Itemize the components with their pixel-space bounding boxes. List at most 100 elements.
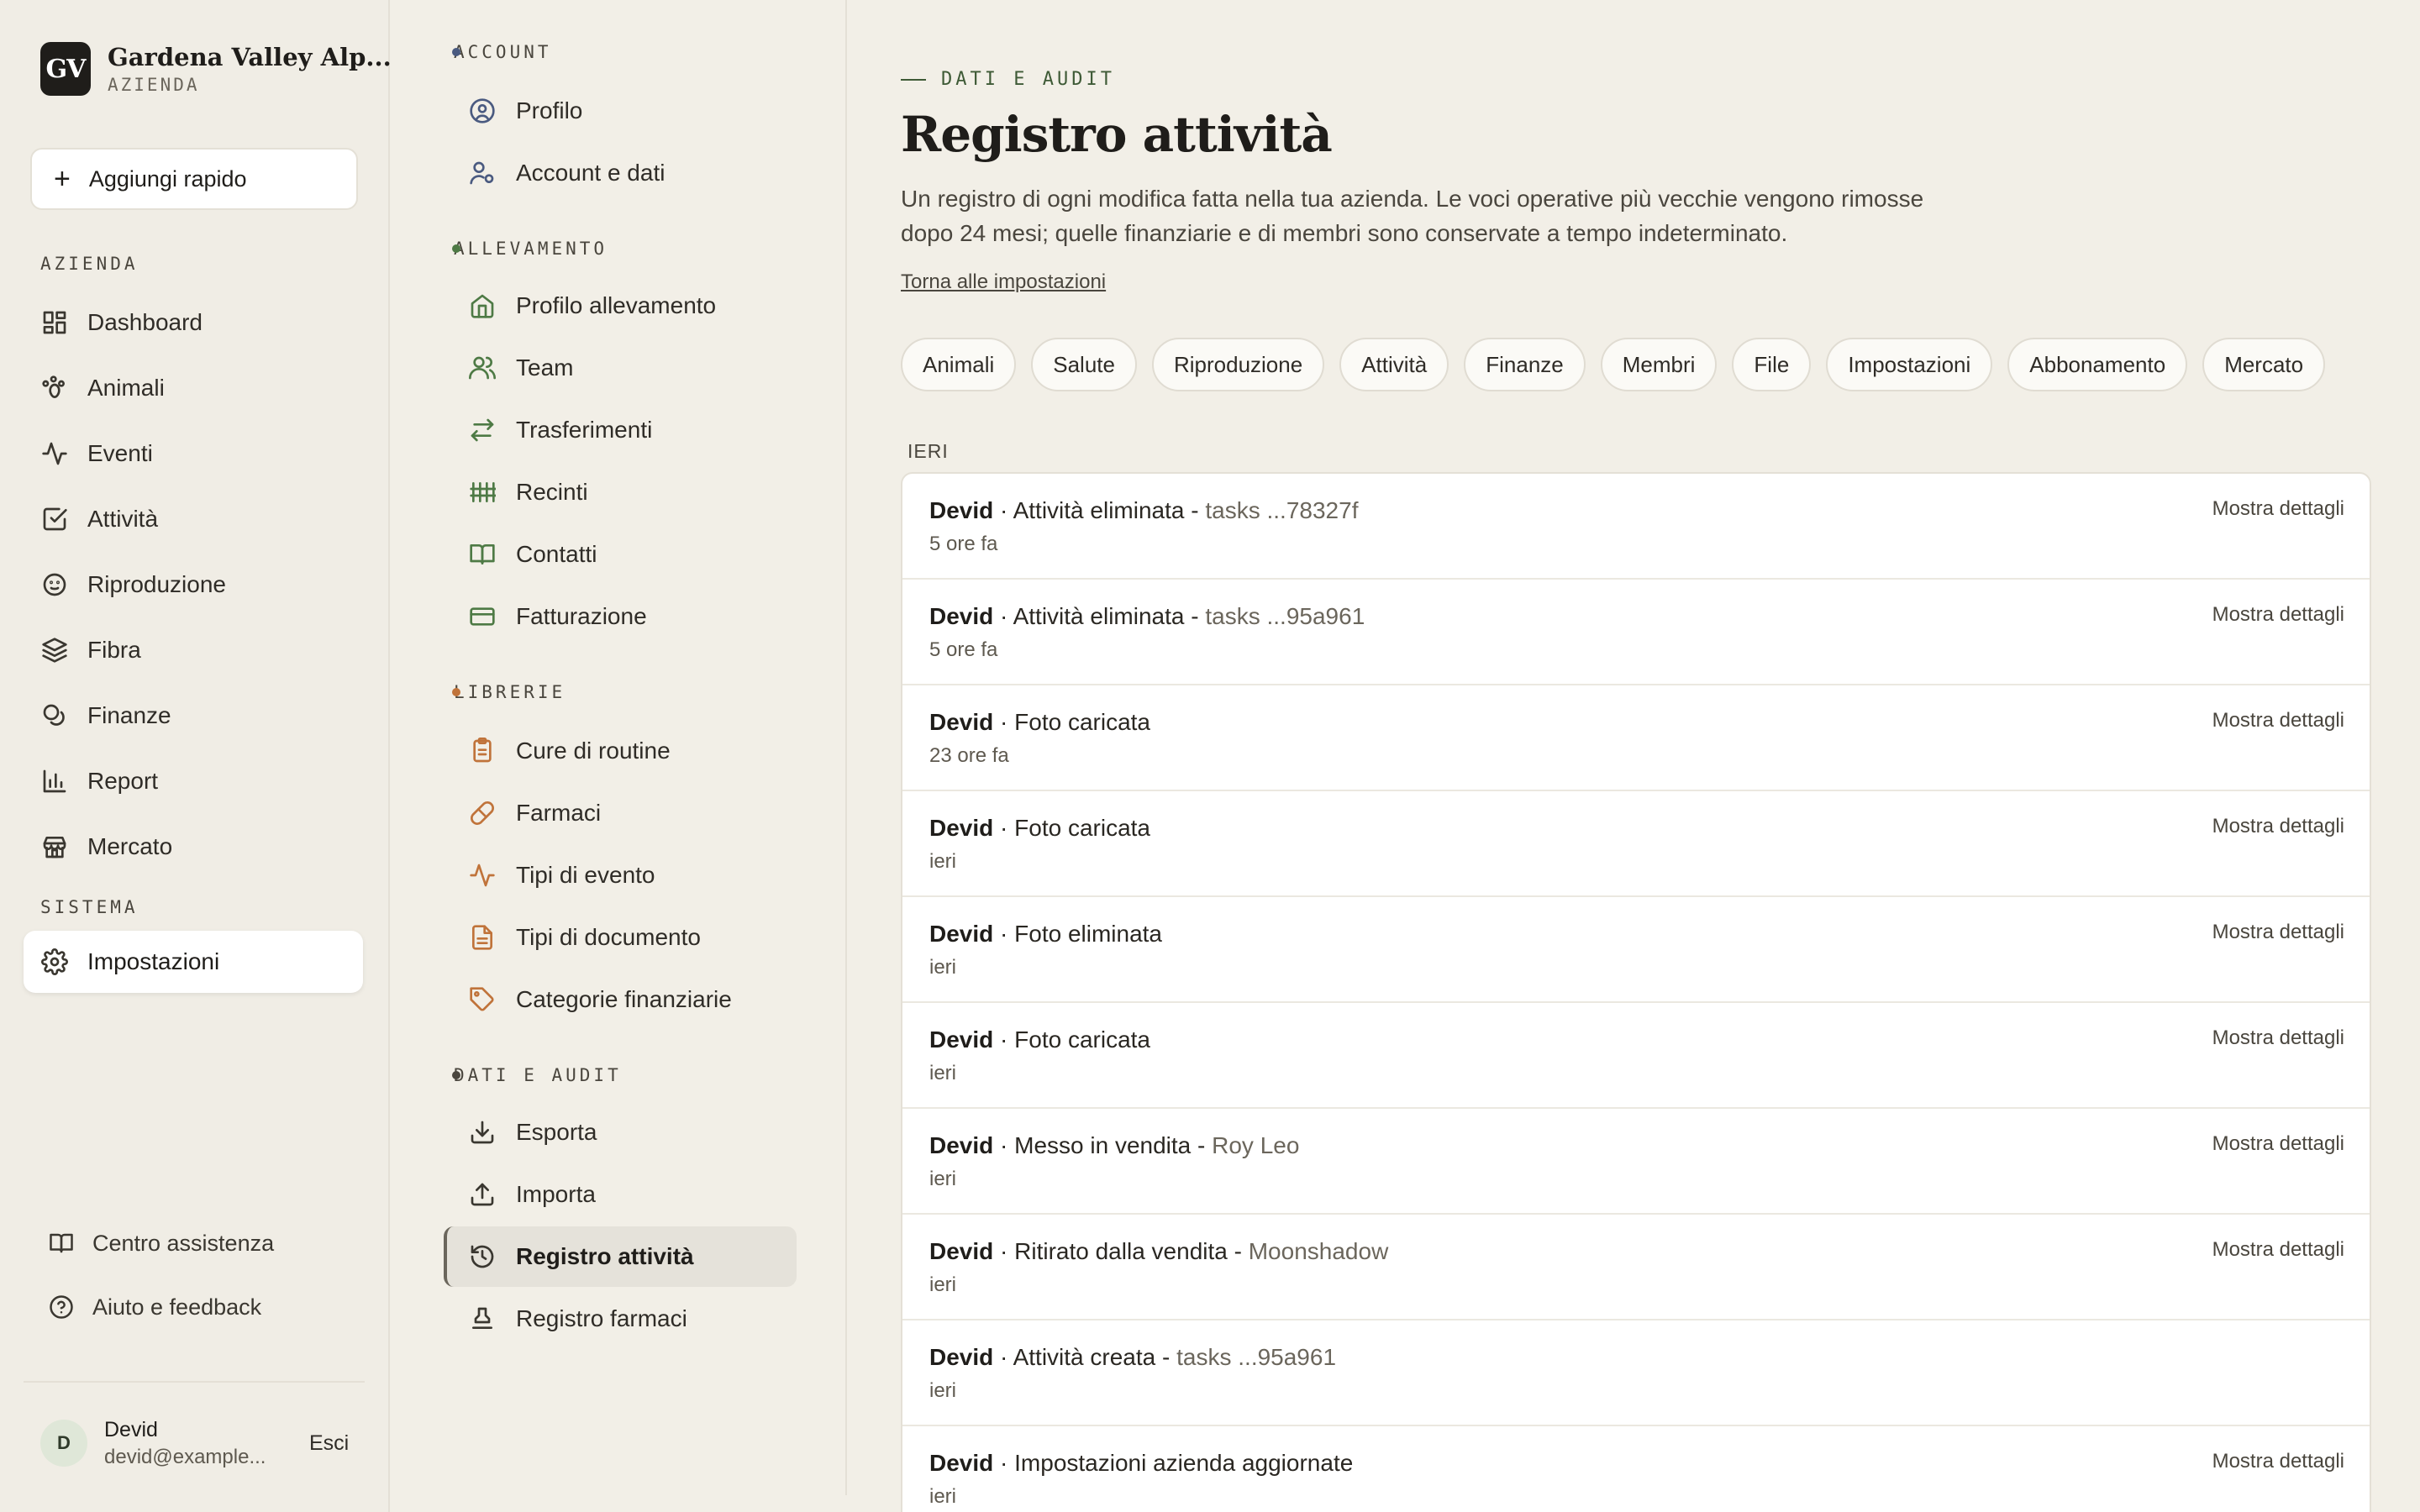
subnav-item-label: Fatturazione <box>516 603 647 629</box>
log-entry-summary: Devid · Messo in vendita - Roy Leo <box>929 1132 1300 1158</box>
subnav-item-account-dati[interactable]: Account e dati <box>467 148 665 198</box>
subnav-item-team[interactable]: Team <box>467 343 573 393</box>
help-circle-icon <box>47 1293 76 1321</box>
log-entry: Devid · Messo in vendita - Roy Leo ieri Mo… <box>902 1109 2370 1215</box>
show-details-link[interactable]: Mostra dettagli <box>2212 709 2344 732</box>
subnav-item-registro-attivita[interactable]: Registro attività <box>444 1226 797 1287</box>
subnav-item-label: Trasferimenti <box>516 417 653 443</box>
sidebar-item-animali[interactable]: Animali <box>40 363 165 413</box>
show-details-link[interactable]: Mostra dettagli <box>2212 497 2344 521</box>
main-content: DATI E AUDIT Registro attività Un regist… <box>847 0 2420 1512</box>
subnav-item-contatti[interactable]: Contatti <box>467 529 597 580</box>
subnav-item-importa[interactable]: Importa <box>467 1169 596 1220</box>
section-dot <box>452 688 460 696</box>
show-details-link[interactable]: Mostra dettagli <box>2212 815 2344 838</box>
back-to-settings-link[interactable]: Torna alle impostazioni <box>901 270 1106 294</box>
show-details-link[interactable]: Mostra dettagli <box>2212 1450 2344 1473</box>
filter-chip-impostazioni[interactable]: Impostazioni <box>1826 338 1993 391</box>
log-entry-time: ieri <box>929 1168 957 1190</box>
sidebar-item-finanze[interactable]: Finanze <box>40 690 171 741</box>
subnav-section-label: ACCOUNT <box>454 42 552 62</box>
sidebar-item-eventi[interactable]: Eventi <box>40 428 153 479</box>
grid-icon <box>40 308 69 337</box>
sidebar-item-mercato[interactable]: Mercato <box>40 822 172 872</box>
farm-type: AZIENDA <box>108 75 200 95</box>
subnav-item-tipi-evento[interactable]: Tipi di evento <box>467 850 655 900</box>
subnav-item-label: Esporta <box>516 1119 597 1145</box>
filter-chip-salute[interactable]: Salute <box>1031 338 1137 391</box>
log-entry-action: Attività eliminata <box>1013 497 1185 523</box>
log-entry-time: ieri <box>929 850 957 873</box>
sidebar-item-riproduzione[interactable]: Riproduzione <box>40 559 226 610</box>
show-details-link[interactable]: Mostra dettagli <box>2212 1026 2344 1050</box>
log-entry-user: Devid <box>929 815 994 841</box>
filter-chip-file[interactable]: File <box>1732 338 1812 391</box>
filter-chip-membri[interactable]: Membri <box>1600 338 1718 391</box>
subnav-item-esporta[interactable]: Esporta <box>467 1107 597 1158</box>
log-entry-action: Impostazioni azienda aggiornate <box>1014 1450 1354 1476</box>
log-entry-time: ieri <box>929 1062 957 1084</box>
avatar[interactable]: D <box>40 1420 87 1467</box>
quick-add-button[interactable]: + Aggiungi rapido <box>30 148 358 210</box>
subnav-item-fatturazione[interactable]: Fatturazione <box>467 591 647 642</box>
help-center-link[interactable]: Centro assistenza <box>47 1220 274 1267</box>
show-details-link[interactable]: Mostra dettagli <box>2212 1132 2344 1156</box>
history-icon <box>467 1242 497 1272</box>
log-entry-action: Messo in vendita <box>1014 1132 1192 1158</box>
download-icon <box>467 1117 497 1147</box>
show-details-link[interactable]: Mostra dettagli <box>2212 1238 2344 1262</box>
filter-chip-animali[interactable]: Animali <box>901 338 1017 391</box>
sidebar-item-attivita[interactable]: Attività <box>40 494 158 544</box>
subnav-item-farmaci[interactable]: Farmaci <box>467 788 601 838</box>
subnav-item-trasferimenti[interactable]: Trasferimenti <box>467 405 652 455</box>
sidebar-item-fibra[interactable]: Fibra <box>40 625 141 675</box>
filter-chip-attivit-[interactable]: Attività <box>1339 338 1449 391</box>
sidebar-item-dashboard[interactable]: Dashboard <box>40 297 203 348</box>
file-text-icon <box>467 922 497 953</box>
nav-section-farm: AZIENDA <box>40 254 139 274</box>
tag-icon <box>467 984 497 1015</box>
pill-icon <box>467 798 497 828</box>
log-entry-time: ieri <box>929 1485 957 1508</box>
log-entry-summary: Devid · Attività eliminata - tasks ...78… <box>929 497 1359 523</box>
subnav-item-profilo[interactable]: Profilo <box>467 86 582 136</box>
subnav-item-recinti[interactable]: Recinti <box>467 467 588 517</box>
sidebar-item-impostazioni[interactable]: Impostazioni <box>24 931 363 993</box>
subnav-item-categorie-finanziarie[interactable]: Categorie finanziarie <box>467 974 732 1025</box>
filter-chip-riproduzione[interactable]: Riproduzione <box>1151 338 1325 391</box>
log-entry-summary: Devid · Impostazioni azienda aggiornate <box>929 1450 1354 1476</box>
log-entry: Devid · Ritirato dalla vendita - Moonsha… <box>902 1215 2370 1320</box>
subnav-item-registro-farmaci[interactable]: Registro farmaci <box>467 1294 687 1344</box>
subnav-section-dati-audit: DATI E AUDIT <box>452 1065 622 1085</box>
store-icon <box>40 832 69 861</box>
subnav-item-cure-routine[interactable]: Cure di routine <box>467 726 671 776</box>
book-icon <box>47 1229 76 1257</box>
log-entry: Devid · Impostazioni azienda aggiornate i… <box>902 1426 2370 1512</box>
home-icon <box>467 291 497 321</box>
log-entry-user: Devid <box>929 1026 994 1053</box>
log-entry-user: Devid <box>929 709 994 735</box>
log-entry-target: tasks ...95a961 <box>1205 603 1365 629</box>
filter-chip-finanze[interactable]: Finanze <box>1464 338 1586 391</box>
checkbox-icon <box>40 505 69 533</box>
brand[interactable]: GV Gardena Valley Alp... AZIENDA <box>40 42 392 96</box>
subnav-item-profilo-allevamento[interactable]: Profilo allevamento <box>467 281 716 331</box>
filter-chip-mercato[interactable]: Mercato <box>2202 338 2326 391</box>
log-entry-time: 5 ore fa <box>929 533 998 555</box>
section-dot <box>452 1071 460 1079</box>
sidebar-item-label: Riproduzione <box>87 571 226 597</box>
sidebar-item-label: Fibra <box>87 637 141 663</box>
page-title: Registro attività <box>901 106 1333 163</box>
sidebar-item-report[interactable]: Report <box>40 756 158 806</box>
subnav-item-label: Importa <box>516 1181 596 1207</box>
logout-button[interactable]: Esci <box>309 1431 349 1456</box>
help-feedback-link[interactable]: Aiuto e feedback <box>47 1284 261 1331</box>
subnav-item-tipi-documento[interactable]: Tipi di documento <box>467 912 701 963</box>
show-details-link[interactable]: Mostra dettagli <box>2212 921 2344 944</box>
log-entry-summary: Devid · Foto eliminata <box>929 921 1163 947</box>
filter-chip-abbonamento[interactable]: Abbonamento <box>2007 338 2188 391</box>
activity-icon <box>40 439 69 468</box>
log-entry-time: ieri <box>929 1273 957 1296</box>
show-details-link[interactable]: Mostra dettagli <box>2212 603 2344 627</box>
log-entry-action: Foto caricata <box>1014 1026 1150 1053</box>
